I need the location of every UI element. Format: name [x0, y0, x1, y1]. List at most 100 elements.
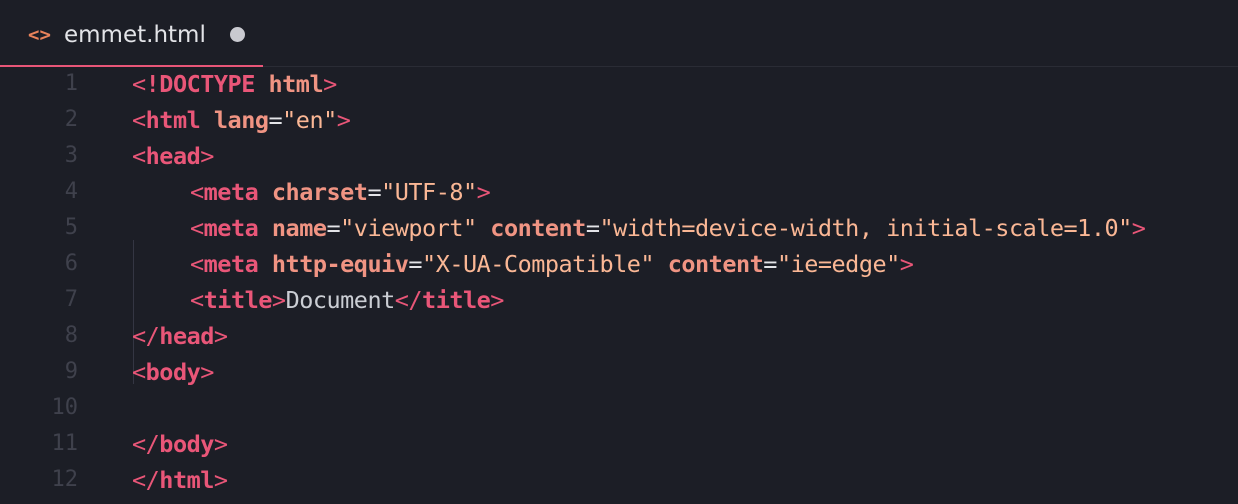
code-editor[interactable]: <> emmet.html 1 <!DOCTYPE html> 2 <html lan… [0, 0, 1238, 504]
line-content: <head> [132, 142, 214, 170]
token-attr: http-equiv [271, 250, 409, 278]
line-number: 1 [64, 71, 78, 96]
token-txt: Document [285, 286, 396, 314]
token-tag: > [200, 142, 214, 170]
tab-emmet-html[interactable]: <> emmet.html [0, 0, 263, 67]
token-tag: < [132, 142, 146, 170]
line-content: <meta name="viewport" content="width=dev… [190, 214, 1146, 242]
token-attr: content [667, 250, 764, 278]
token-tag: > [271, 286, 286, 314]
token-tag: > [213, 322, 228, 350]
token-tagname: head [159, 322, 214, 350]
token-attr: lang [213, 106, 269, 134]
tab-label: emmet.html [64, 22, 206, 48]
code-line-5[interactable]: 5 <meta name="viewport" content="width=de… [0, 210, 1238, 246]
token-tag: < [132, 358, 146, 386]
token-attr: html [268, 70, 324, 98]
token-tagname: meta [203, 178, 259, 206]
token-tag: < [190, 250, 204, 278]
token-tagname: meta [203, 214, 259, 242]
line-number: 7 [64, 287, 78, 312]
token-tagname: title [422, 286, 491, 314]
code-line-9[interactable]: 9 <body> [0, 354, 1238, 390]
token-tagname: html [159, 466, 214, 494]
token-tag: > [476, 178, 491, 206]
line-content: <meta http-equiv="X-UA-Compatible" conte… [190, 250, 914, 278]
token-tag: > [213, 466, 228, 494]
token-eq: = [326, 214, 341, 242]
token-str: "UTF-8" [381, 178, 477, 206]
token-tag: < [190, 178, 204, 206]
token-tag: < [190, 286, 204, 314]
code-line-11[interactable]: 11 </body> [0, 426, 1238, 462]
line-content: <title>Document</title> [190, 286, 504, 314]
line-content: </body> [132, 430, 228, 458]
line-number: 6 [64, 251, 78, 276]
line-number: 12 [51, 467, 79, 492]
line-number: 10 [51, 395, 79, 420]
token-tagname: !DOCTYPE [145, 70, 256, 98]
code-line-4[interactable]: 4 <meta charset="UTF-8"> [0, 174, 1238, 210]
token-tagname: html [145, 106, 201, 134]
token-tag: </ [132, 430, 160, 458]
line-number: 3 [64, 143, 78, 168]
line-number: 5 [64, 215, 78, 240]
token-tagname: body [145, 358, 201, 386]
token-attr: name [271, 214, 327, 242]
token-eq: = [763, 250, 777, 278]
token-eq: = [408, 250, 423, 278]
unsaved-dot-icon[interactable] [230, 27, 245, 42]
code-line-7[interactable]: 7 <title>Document</title> [0, 282, 1238, 318]
line-number: 11 [51, 431, 79, 456]
line-content: <html lang="en"> [132, 106, 351, 134]
token-tag: > [490, 286, 504, 314]
code-area[interactable]: 1 <!DOCTYPE html> 2 <html lang="en"> 3 <head>… [0, 66, 1238, 504]
line-number: 8 [64, 323, 78, 348]
token-tag: </ [394, 286, 423, 314]
code-line-10[interactable]: 10 [0, 390, 1238, 426]
code-icon: <> [28, 24, 51, 46]
token-tag: > [213, 430, 228, 458]
code-line-2[interactable]: 2 <html lang="en"> [0, 102, 1238, 138]
code-line-1[interactable]: 1 <!DOCTYPE html> [0, 66, 1238, 102]
token-str: "X-UA-Compatible" [422, 250, 655, 278]
line-content: </html> [132, 466, 228, 494]
token-tag: </ [132, 466, 160, 494]
line-number: 9 [64, 359, 78, 384]
token-tag: > [200, 358, 214, 386]
token-str: "width=device-width, initial-scale=1.0" [599, 214, 1133, 242]
token-tag: > [336, 106, 351, 134]
token-eq: = [268, 106, 283, 134]
token-tag: </ [132, 322, 160, 350]
code-line-3[interactable]: 3 <head> [0, 138, 1238, 174]
token-tagname: meta [203, 250, 259, 278]
token-str: "viewport" [340, 214, 477, 242]
token-attr: charset [271, 178, 368, 206]
code-line-6[interactable]: 6 <meta http-equiv="X-UA-Compatible" cont… [0, 246, 1238, 282]
line-content: <body> [132, 358, 214, 386]
token-tagname: title [203, 286, 273, 314]
token-str: "en" [282, 106, 337, 134]
code-line-12[interactable]: 12 </html> [0, 462, 1238, 498]
token-eq: = [367, 178, 382, 206]
token-tagname: head [145, 142, 201, 170]
token-tag: > [323, 70, 337, 98]
token-tag: < [190, 214, 204, 242]
code-line-8[interactable]: 8 </head> [0, 318, 1238, 354]
line-content: <meta charset="UTF-8"> [190, 178, 491, 206]
token-tag: > [1131, 214, 1146, 242]
token-tag: < [132, 106, 146, 134]
tab-bar: <> emmet.html [0, 0, 1238, 67]
line-content: <!DOCTYPE html> [132, 70, 337, 98]
token-attr: content [490, 214, 586, 242]
token-tag: > [899, 250, 914, 278]
token-str: "ie=edge" [776, 250, 900, 278]
token-tag: < [132, 70, 146, 98]
